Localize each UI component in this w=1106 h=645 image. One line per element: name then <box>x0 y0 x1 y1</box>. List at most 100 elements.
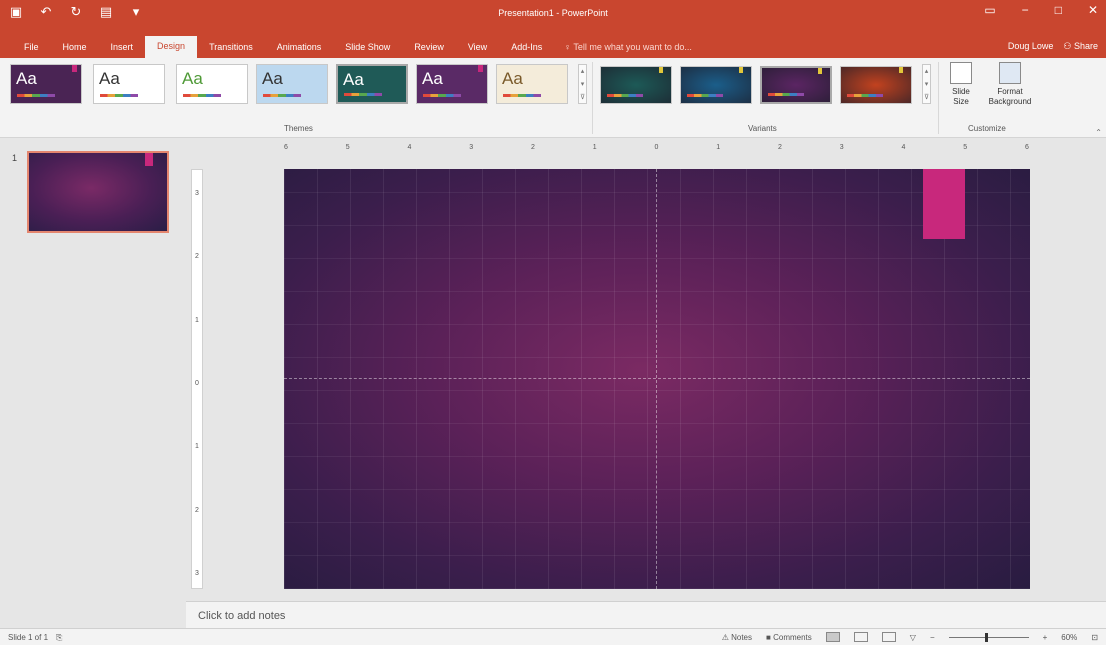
ribbon-design: Aa Aa Aa Aa Aa Aa Aa ▴ ▾ ⊽ Themes ▴ ▾ ⊽ Variants S… <box>0 58 1106 138</box>
theme-sample-text: Aa <box>99 69 120 88</box>
format-background-button[interactable]: Format Background <box>982 62 1038 107</box>
theme-thumbnail[interactable]: Aa <box>176 64 248 104</box>
minimize-icon[interactable]: − <box>1022 3 1029 17</box>
tab-animations[interactable]: Animations <box>265 37 334 57</box>
ruler-tick-label: 2 <box>195 253 199 261</box>
maximize-icon[interactable]: □ <box>1055 3 1062 17</box>
ruler-tick-label: 5 <box>345 143 351 151</box>
theme-thumbnail[interactable]: Aa <box>93 64 165 104</box>
tab-transitions[interactable]: Transitions <box>197 37 265 57</box>
themes-gallery-scroll[interactable]: ▴ ▾ ⊽ <box>578 64 587 104</box>
variant-thumbnail[interactable] <box>840 66 912 104</box>
theme-color-bar <box>183 94 221 97</box>
comments-toggle[interactable]: ■ Comments <box>766 633 812 642</box>
user-name[interactable]: Doug Lowe <box>1008 41 1054 52</box>
theme-sample-text: Aa <box>502 69 523 88</box>
ruler-tick-label: 3 <box>195 190 199 197</box>
ruler-tick-label: 6 <box>284 143 289 151</box>
slide-editor: 6 5 4 3 2 1 0 1 2 3 4 5 6 3 2 1 0 1 2 3 <box>186 139 1106 601</box>
tell-me-text: Tell me what you want to do... <box>573 42 692 52</box>
theme-thumbnail[interactable]: Aa <box>496 64 568 104</box>
tab-home[interactable]: Home <box>51 37 99 57</box>
slide-size-icon <box>950 62 972 84</box>
theme-accent-flag <box>478 65 483 72</box>
slide-count: Slide 1 of 1 <box>8 633 49 642</box>
theme-sample-text: Aa <box>182 69 203 88</box>
tell-me-box[interactable]: ♀ Tell me what you want to do... <box>560 37 704 57</box>
ruler-tick-label: 3 <box>195 570 199 577</box>
variant-color-bar <box>687 94 723 97</box>
ruler-tick-label: 0 <box>195 380 199 387</box>
share-button[interactable]: ⚇ Share <box>1063 41 1098 52</box>
variants-gallery-scroll[interactable]: ▴ ▾ ⊽ <box>922 64 931 104</box>
theme-thumbnail[interactable]: Aa <box>10 64 82 104</box>
fit-to-window-icon[interactable]: ⊡ <box>1091 633 1098 642</box>
tab-add-ins[interactable]: Add-Ins <box>499 37 554 57</box>
slide-thumbnail[interactable] <box>27 151 169 233</box>
tab-review[interactable]: Review <box>402 37 456 57</box>
theme-sample-text: Aa <box>262 69 283 88</box>
zoom-slider[interactable] <box>948 632 1029 642</box>
theme-thumbnail[interactable]: Aa <box>256 64 328 104</box>
notes-toggle[interactable]: ⚠ Notes <box>722 633 752 642</box>
close-icon[interactable]: ✕ <box>1088 3 1098 17</box>
group-separator <box>938 62 939 134</box>
slide-canvas[interactable] <box>284 169 1030 589</box>
ribbon-display-icon[interactable]: ▭ <box>984 3 995 17</box>
spelling-check-icon[interactable]: ⎘ <box>56 633 62 643</box>
tab-design[interactable]: Design <box>145 36 198 58</box>
comment-icon: ■ <box>766 632 771 642</box>
share-label: Share <box>1073 41 1098 51</box>
reading-view-icon[interactable] <box>881 632 896 642</box>
horizontal-guide[interactable] <box>284 378 1030 379</box>
window-title: Presentation1 - PowerPoint <box>498 8 608 18</box>
vertical-guide[interactable] <box>656 169 657 589</box>
slideshow-view-icon[interactable]: ▽ <box>910 633 916 642</box>
theme-thumbnail[interactable]: Aa <box>416 64 488 104</box>
theme-color-bar <box>17 94 55 97</box>
slide-size-label: Slide Size <box>952 87 970 106</box>
tab-slide-show[interactable]: Slide Show <box>333 37 402 57</box>
variant-color-bar <box>607 94 643 97</box>
collapse-ribbon-icon[interactable]: ⌃ <box>1095 128 1102 137</box>
ruler-tick-label: 0 <box>654 143 660 151</box>
themes-group-label: Themes <box>284 124 313 133</box>
variant-thumbnail[interactable] <box>760 66 832 104</box>
lightbulb-icon: ♀ <box>564 42 571 52</box>
variant-thumbnail[interactable] <box>600 66 672 104</box>
slide-accent-flag[interactable] <box>923 169 965 239</box>
notes-placeholder: Click to add notes <box>198 610 286 622</box>
tab-view[interactable]: View <box>456 37 499 57</box>
variant-accent-flag <box>818 68 822 74</box>
tab-insert[interactable]: Insert <box>99 37 146 57</box>
tab-file[interactable]: File <box>12 37 51 57</box>
variant-thumbnail[interactable] <box>680 66 752 104</box>
theme-sample-text: Aa <box>16 69 37 88</box>
format-background-label: Format Background <box>988 87 1032 106</box>
normal-view-icon[interactable] <box>825 632 840 642</box>
zoom-slider-thumb[interactable] <box>984 632 988 642</box>
theme-accent-flag <box>72 65 77 72</box>
slide-number: 1 <box>12 153 18 163</box>
theme-sample-text: Aa <box>343 70 364 89</box>
notes-pane[interactable]: Click to add notes <box>186 601 1106 628</box>
ruler-tick-label: 1 <box>716 143 722 151</box>
variants-group-label: Variants <box>748 124 777 133</box>
variant-accent-flag <box>899 67 903 73</box>
ruler-tick-label: 2 <box>195 506 199 514</box>
variant-color-bar <box>847 94 883 97</box>
group-separator <box>592 62 593 134</box>
variant-accent-flag <box>739 67 743 73</box>
slide-size-button[interactable]: Slide Size <box>946 62 976 107</box>
ruler-tick-label: 3 <box>469 143 475 151</box>
zoom-level[interactable]: 60% <box>1061 633 1077 642</box>
theme-color-bar <box>423 94 461 97</box>
ribbon-tabs: File Home Insert Design Transitions Anim… <box>12 36 704 58</box>
zoom-out-icon[interactable]: − <box>930 633 935 642</box>
zoom-in-icon[interactable]: + <box>1043 633 1048 642</box>
slide-thumbnail-pane: 1 <box>0 139 186 628</box>
slide-sorter-view-icon[interactable] <box>853 632 868 642</box>
theme-thumbnail[interactable]: Aa <box>336 64 408 104</box>
horizontal-ruler: 6 5 4 3 2 1 0 1 2 3 4 5 6 <box>284 141 1030 153</box>
ruler-tick-label: 2 <box>531 143 536 151</box>
